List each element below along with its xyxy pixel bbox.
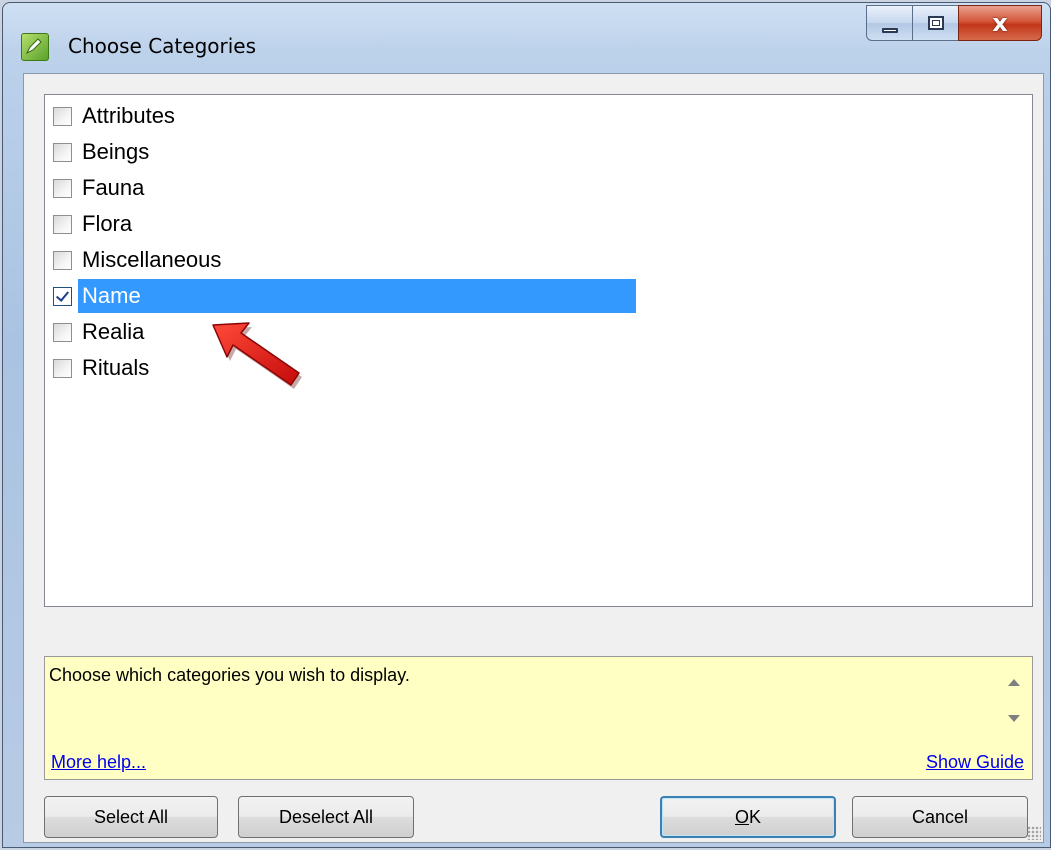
resize-grip-icon[interactable] [1027, 826, 1041, 840]
item-label: Miscellaneous [82, 247, 222, 272]
minimize-button[interactable] [866, 5, 912, 41]
title-bar[interactable]: Choose Categories x [3, 3, 1050, 83]
item-label: Flora [82, 211, 133, 236]
maximize-icon [927, 16, 944, 30]
help-panel: Choose which categories you wish to disp… [44, 656, 1033, 780]
caption-buttons: x [866, 5, 1042, 43]
item-label: Attributes [82, 103, 175, 128]
window-title: Choose Categories [68, 34, 256, 58]
scroll-down-icon[interactable] [1008, 715, 1020, 722]
pencil-app-icon [21, 33, 49, 61]
item-label: Fauna [82, 175, 145, 200]
cancel-button[interactable]: Cancel [852, 796, 1028, 838]
red-arrow-icon [212, 322, 302, 389]
help-text: Choose which categories you wish to disp… [49, 665, 410, 685]
dialog-client-area: Attributes Beings Fauna Flora Miscellane… [23, 73, 1044, 843]
list-item-miscellaneous[interactable]: Miscellaneous [53, 243, 225, 277]
close-button[interactable]: x [958, 5, 1042, 41]
maximize-button[interactable] [912, 5, 958, 41]
list-item-name[interactable]: Name [53, 279, 636, 313]
close-icon: x [992, 9, 1008, 37]
deselect-all-button[interactable]: Deselect All [238, 796, 414, 838]
checkbox-attributes[interactable] [53, 106, 72, 126]
list-item-attributes[interactable]: Attributes [53, 99, 179, 133]
list-item-beings[interactable]: Beings [53, 135, 153, 169]
list-item-rituals[interactable]: Rituals [53, 351, 153, 385]
ok-button[interactable]: OK [660, 796, 836, 838]
checkbox-beings[interactable] [53, 142, 72, 162]
checkbox-realia[interactable] [53, 322, 72, 342]
list-item-realia[interactable]: Realia [53, 315, 148, 349]
show-guide-link[interactable]: Show Guide [926, 752, 1024, 773]
more-help-link[interactable]: More help... [51, 752, 146, 773]
item-label: Realia [82, 319, 145, 344]
select-all-button[interactable]: Select All [44, 796, 218, 838]
ok-label-rest: K [749, 806, 762, 827]
help-scrollbar[interactable] [1004, 665, 1024, 735]
dialog-window: Choose Categories x Attributes Beings Fa… [2, 2, 1051, 848]
ok-mnemonic: O [734, 806, 749, 827]
checkbox-name[interactable] [53, 286, 72, 306]
category-checklist[interactable]: Attributes Beings Fauna Flora Miscellane… [44, 94, 1033, 607]
checkbox-rituals[interactable] [53, 358, 72, 378]
scroll-up-icon[interactable] [1008, 679, 1020, 686]
minimize-icon [881, 27, 898, 33]
list-item-flora[interactable]: Flora [53, 207, 136, 241]
list-item-fauna[interactable]: Fauna [53, 171, 148, 205]
item-label: Rituals [82, 355, 150, 380]
checkbox-flora[interactable] [53, 214, 72, 234]
item-label-selected: Name [78, 279, 636, 313]
item-label: Beings [82, 139, 150, 164]
checkbox-fauna[interactable] [53, 178, 72, 198]
checkbox-miscellaneous[interactable] [53, 250, 72, 270]
